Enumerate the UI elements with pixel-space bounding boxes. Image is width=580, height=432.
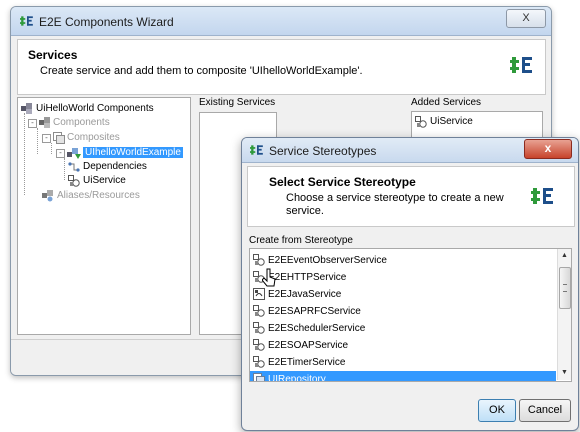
e2e-logo-icon (531, 188, 553, 204)
mouse-pointer-icon (262, 268, 276, 287)
stereotype-label: E2ETimerService (268, 357, 346, 368)
added-services-label: Added Services (411, 97, 482, 108)
collapse-toggle-icon[interactable]: - (42, 134, 51, 143)
dialog-page-description: Choose a service stereotype to create a … (286, 192, 504, 217)
tree-item-label: Components (53, 117, 110, 128)
wizard-title: E2E Components Wizard (39, 15, 174, 29)
wizard-close-button[interactable]: X (506, 9, 546, 28)
collapse-toggle-icon[interactable]: - (56, 149, 65, 158)
service-icon (253, 305, 265, 317)
stereotype-label: E2ESAPRFCService (268, 306, 361, 317)
dependencies-icon (68, 162, 80, 172)
scroll-grip-icon (563, 284, 567, 292)
service-icon (253, 339, 265, 351)
wizard-header-panel: Services Create service and add them to … (17, 39, 546, 95)
stereotype-list[interactable]: E2EEventObserverService E2EHTTPService E2E… (249, 248, 572, 382)
composite-example-icon (67, 148, 81, 159)
dialog-page-title: Select Service Stereotype (269, 175, 416, 189)
stereotype-list-item[interactable]: UIRepository (250, 371, 556, 382)
tree-item-label: UiService (83, 175, 126, 186)
dialog-header-panel: Select Service Stereotype Choose a servi… (247, 166, 575, 227)
tree-item-label: UiHelloWorld Components (36, 103, 154, 114)
stereotype-list-item[interactable]: E2EJavaService (250, 286, 556, 303)
tree-item-label: Composites (67, 132, 120, 143)
tree-item-dependencies[interactable]: Dependencies (68, 160, 147, 174)
components-icon (39, 117, 50, 128)
dialog-title: Service Stereotypes (269, 144, 377, 158)
stereotype-label: E2EHTTPService (268, 272, 347, 283)
stereotype-label: E2EEventObserverService (268, 255, 387, 266)
tree-item-root[interactable]: UiHelloWorld Components (21, 102, 154, 116)
wizard-title-bar[interactable]: E2E Components Wizard X (11, 7, 551, 36)
components-tree[interactable]: UiHelloWorld Components - Components - C… (17, 97, 191, 335)
e2e-logo-icon (20, 16, 33, 26)
service-icon (415, 116, 427, 128)
existing-services-label: Existing Services (199, 97, 276, 108)
service-stereotypes-dialog: Service Stereotypes x Select Service Ste… (241, 137, 579, 431)
composite-icon (53, 132, 65, 144)
service-icon (253, 356, 265, 368)
dialog-close-button[interactable]: x (524, 139, 572, 159)
tree-item-composites[interactable]: - Composites (42, 131, 120, 145)
tree-item-uiservice[interactable]: UiService (68, 174, 126, 188)
stereotype-list-item[interactable]: E2EHTTPService (250, 269, 556, 286)
stereotype-list-item[interactable]: E2ETimerService (250, 354, 556, 371)
stereotype-list-item[interactable]: E2ESOAPService (250, 337, 556, 354)
tree-item-components[interactable]: - Components (28, 116, 110, 130)
vertical-scrollbar[interactable]: ▲ ▼ (557, 249, 571, 380)
stereotype-list-item[interactable]: E2EEventObserverService (250, 252, 556, 269)
tree-item-aliases[interactable]: Aliases/Resources (42, 189, 140, 203)
collapse-toggle-icon[interactable]: - (28, 119, 37, 128)
list-item[interactable]: UiService (415, 115, 473, 129)
stereotype-label: E2ESchedulerService (268, 323, 366, 334)
service-icon (253, 322, 265, 334)
scrollbar-thumb[interactable] (559, 267, 571, 309)
e2e-logo-icon (250, 145, 263, 155)
tree-item-label: Aliases/Resources (57, 190, 140, 201)
stereotype-list-label: Create from Stereotype (249, 235, 353, 246)
tree-item-label: Dependencies (83, 161, 147, 172)
wizard-page-description: Create service and add them to composite… (40, 65, 363, 77)
e2e-logo-icon (510, 57, 532, 73)
ok-button[interactable]: OK (478, 399, 516, 422)
stereotype-label: E2EJavaService (268, 289, 342, 300)
dialog-title-bar[interactable]: Service Stereotypes x (242, 138, 578, 163)
tree-item-uihelloworldexample[interactable]: - UIhelloWorldExample (56, 146, 183, 160)
added-service-label: UiService (430, 116, 473, 127)
components-icon (21, 103, 32, 114)
service-icon (68, 175, 80, 187)
stereotype-label: E2ESOAPService (268, 340, 349, 351)
service-icon (253, 254, 265, 266)
wizard-page-title: Services (28, 48, 78, 62)
stereotype-list-item[interactable]: E2ESAPRFCService (250, 303, 556, 320)
aliases-icon (42, 190, 53, 202)
stereotype-label: UIRepository (268, 374, 326, 382)
scroll-up-arrow-icon[interactable]: ▲ (558, 250, 571, 262)
scroll-down-arrow-icon[interactable]: ▼ (558, 367, 571, 379)
tree-item-label-selected: UIhelloWorldExample (83, 147, 183, 158)
repository-icon (253, 373, 265, 381)
cancel-button[interactable]: Cancel (519, 399, 571, 422)
stereotype-list-item[interactable]: E2ESchedulerService (250, 320, 556, 337)
